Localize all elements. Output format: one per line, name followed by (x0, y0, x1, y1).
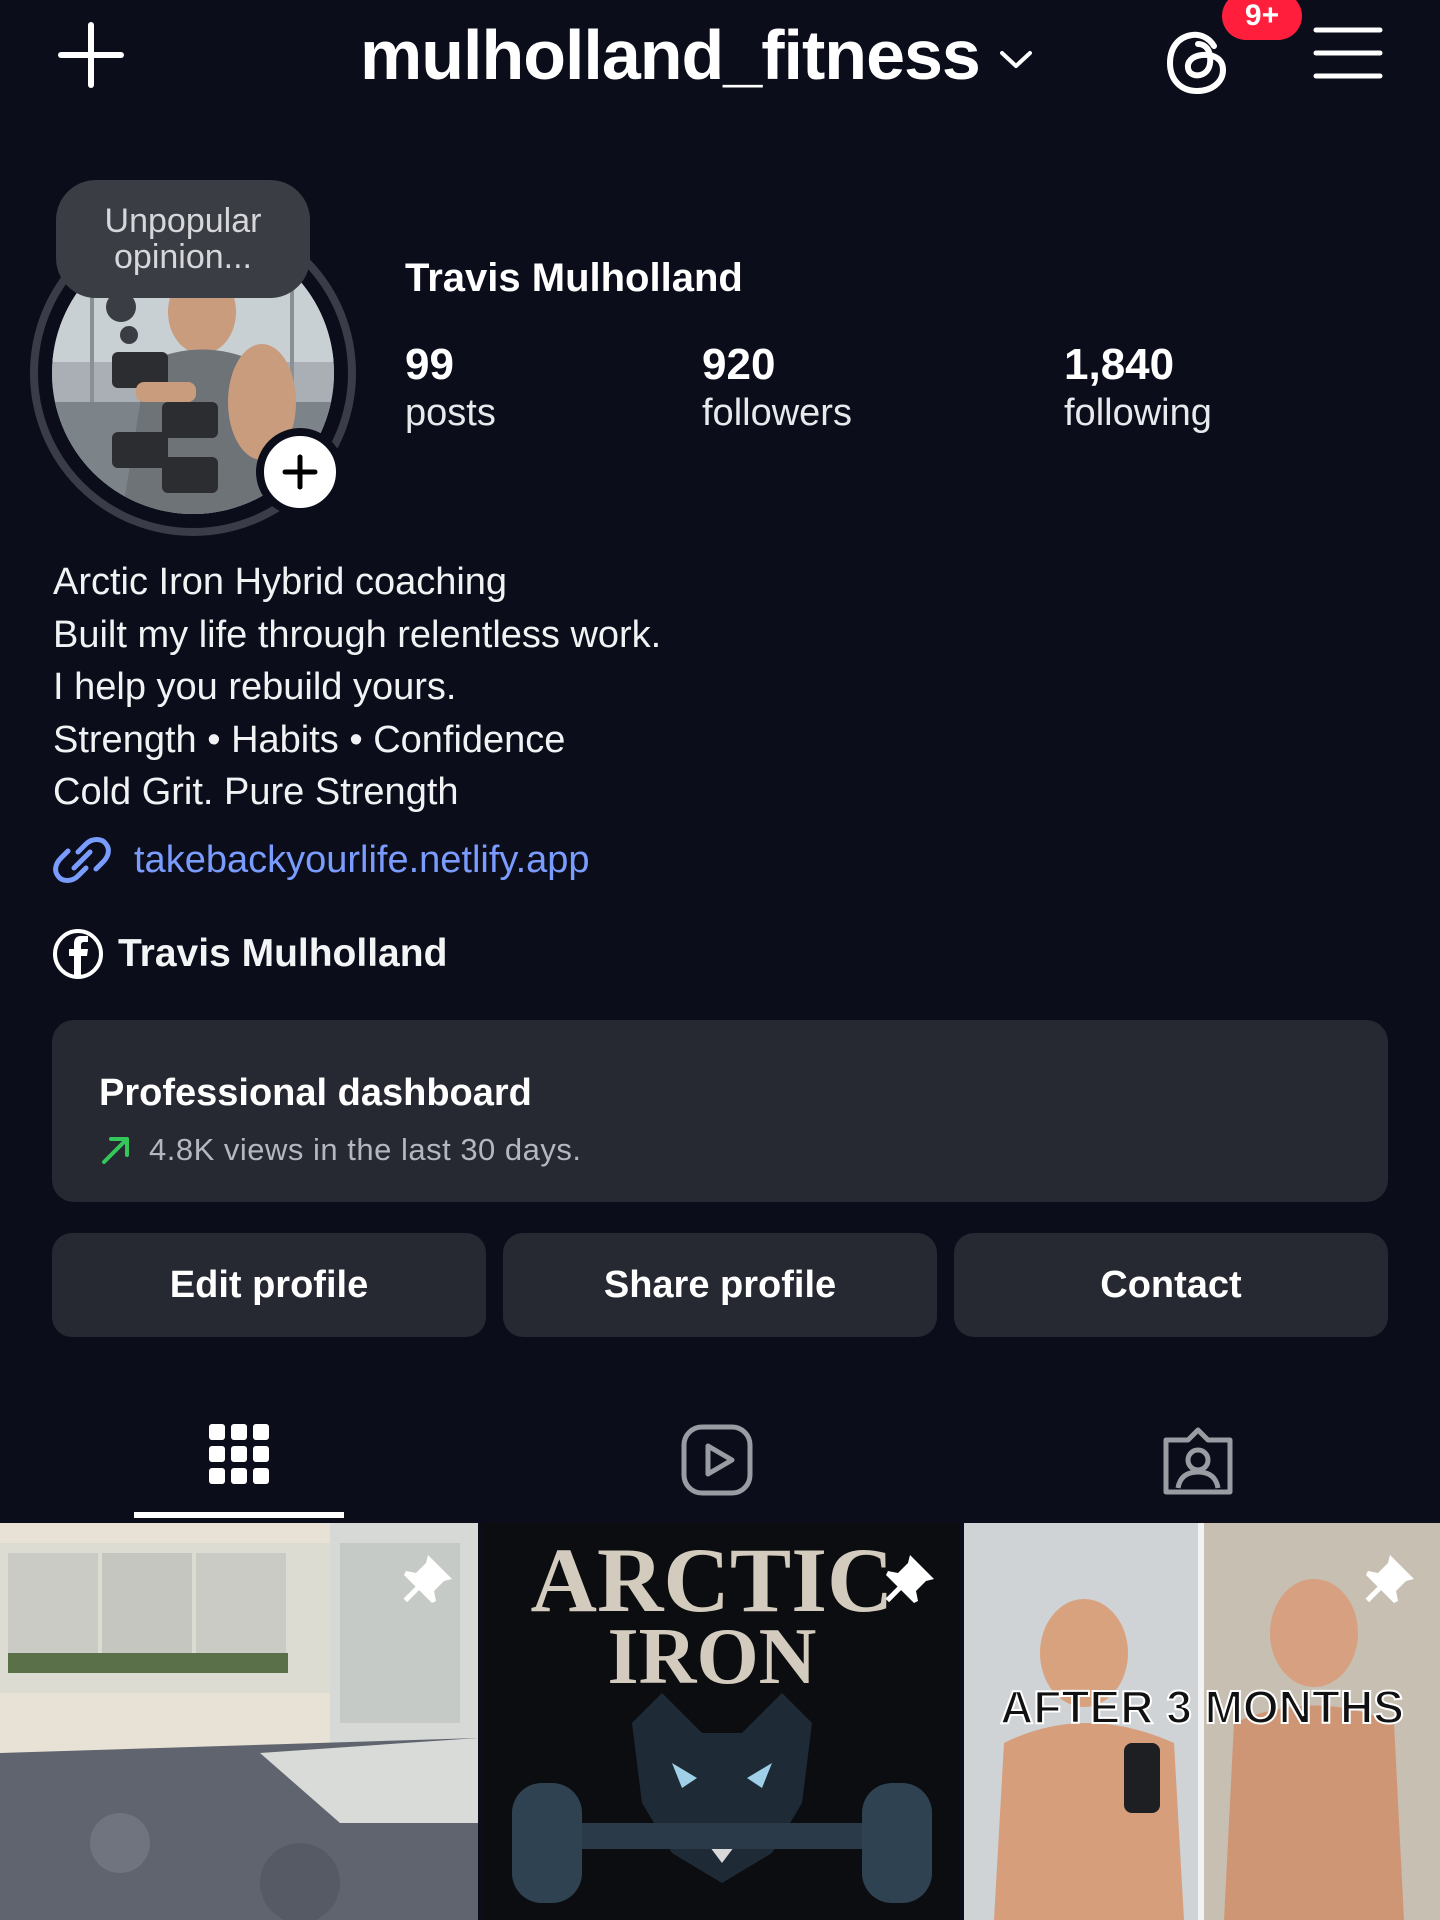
bio: Arctic Iron Hybrid coaching Built my lif… (53, 556, 661, 819)
plus-icon (282, 454, 318, 490)
plus-icon (58, 22, 124, 88)
share-profile-button[interactable]: Share profile (503, 1233, 937, 1337)
tab-grid[interactable] (119, 1400, 359, 1520)
note-text-line1: Unpopular (104, 202, 262, 240)
post-title-line2: IRON (608, 1613, 817, 1701)
tagged-icon (1163, 1427, 1233, 1495)
tab-reels[interactable] (597, 1400, 837, 1520)
link-icon (53, 837, 111, 883)
posts-count: 99 (405, 340, 454, 389)
note-bubble-tail (106, 292, 136, 322)
facebook-icon (53, 929, 103, 979)
chevron-down-icon (999, 51, 1032, 68)
website-link-text: takebackyourlife.netlify.app (134, 838, 590, 881)
bio-line: Cold Grit. Pure Strength (53, 771, 459, 813)
followers-count: 920 (702, 340, 776, 389)
note-bubble[interactable]: Unpopular opinion... (56, 180, 310, 298)
hamburger-menu-icon (1313, 27, 1383, 79)
threads-icon (1166, 31, 1227, 95)
dashboard-subtitle: 4.8K views in the last 30 days. (99, 1132, 582, 1168)
post-thumbnail-2[interactable]: ARCTIC IRON (482, 1523, 960, 1920)
edit-profile-button[interactable]: Edit profile (52, 1233, 486, 1337)
posts-label: posts (405, 392, 496, 434)
pin-icon (885, 1555, 934, 1603)
bio-line: Built my life through relentless work. (53, 613, 662, 656)
bio-line: I help you rebuild yours. (53, 666, 457, 708)
following-stat[interactable]: 1,840 following (1064, 340, 1212, 436)
posts-stat[interactable]: 99 posts (405, 340, 496, 436)
bio-line: Strength • Habits • Confidence (53, 718, 566, 761)
create-post-button[interactable] (50, 14, 132, 96)
tab-tagged[interactable] (1078, 1400, 1318, 1520)
post-caption: AFTER 3 MONTHS (1000, 1681, 1404, 1733)
account-switcher[interactable]: mulholland_fitness (360, 10, 1034, 100)
website-link[interactable]: takebackyourlife.netlify.app (52, 832, 590, 888)
post-thumbnail-1[interactable] (0, 1523, 478, 1920)
pin-icon (1365, 1555, 1414, 1603)
contact-button[interactable]: Contact (954, 1233, 1388, 1337)
grid-icon (209, 1424, 269, 1484)
note-text-line2: opinion... (114, 238, 252, 276)
top-bar: mulholland_fitness 9+ (0, 0, 1440, 110)
bio-line: Arctic Iron Hybrid coaching (53, 561, 508, 603)
facebook-profile-link[interactable]: Travis Mulholland (52, 928, 447, 980)
reels-icon (681, 1424, 753, 1496)
note-bubble-tail-small (120, 326, 138, 344)
notification-badge: 9+ (1222, 0, 1302, 40)
dashboard-views-text: 4.8K views in the last 30 days. (149, 1132, 582, 1167)
following-count: 1,840 (1064, 340, 1175, 389)
followers-stat[interactable]: 920 followers (702, 340, 852, 436)
profile-page: mulholland_fitness 9+ Unpopular opinion.… (0, 0, 1440, 1920)
dashboard-title: Professional dashboard (99, 1072, 532, 1114)
post-thumbnail-3[interactable]: AFTER 3 MONTHS (964, 1523, 1440, 1920)
pin-icon (403, 1555, 452, 1603)
professional-dashboard[interactable]: Professional dashboard 4.8K views in the… (52, 1020, 1388, 1202)
trend-up-icon (102, 1137, 129, 1164)
following-label: following (1064, 392, 1212, 434)
active-tab-indicator (134, 1512, 344, 1518)
followers-label: followers (702, 392, 852, 434)
username: mulholland_fitness (360, 16, 981, 94)
facebook-name: Travis Mulholland (118, 932, 448, 975)
add-story-button[interactable] (256, 428, 344, 516)
menu-button[interactable] (1312, 22, 1384, 84)
display-name: Travis Mulholland (405, 256, 743, 300)
